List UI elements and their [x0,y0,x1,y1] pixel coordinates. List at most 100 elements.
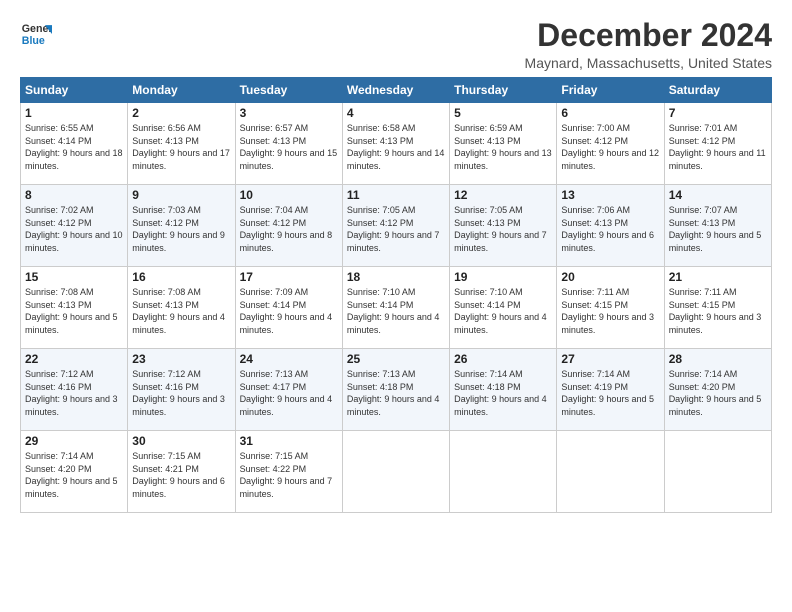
header-row: General Blue December 2024 Maynard, Mass… [20,18,772,71]
day-number: 9 [132,188,230,202]
day-number: 21 [669,270,767,284]
day-info: Sunrise: 6:58 AMSunset: 4:13 PMDaylight:… [347,123,445,171]
table-row: 31 Sunrise: 7:15 AMSunset: 4:22 PMDaylig… [235,431,342,513]
table-row: 24 Sunrise: 7:13 AMSunset: 4:17 PMDaylig… [235,349,342,431]
header-monday: Monday [128,78,235,103]
table-row: 23 Sunrise: 7:12 AMSunset: 4:16 PMDaylig… [128,349,235,431]
calendar-header-row: Sunday Monday Tuesday Wednesday Thursday… [21,78,772,103]
day-number: 2 [132,106,230,120]
day-info: Sunrise: 7:10 AMSunset: 4:14 PMDaylight:… [454,287,547,335]
table-row [664,431,771,513]
day-number: 13 [561,188,659,202]
day-info: Sunrise: 7:01 AMSunset: 4:12 PMDaylight:… [669,123,766,171]
table-row: 8 Sunrise: 7:02 AMSunset: 4:12 PMDayligh… [21,185,128,267]
logo-icon: General Blue [20,18,52,50]
day-number: 19 [454,270,552,284]
day-info: Sunrise: 6:57 AMSunset: 4:13 PMDaylight:… [240,123,338,171]
day-number: 7 [669,106,767,120]
table-row: 18 Sunrise: 7:10 AMSunset: 4:14 PMDaylig… [342,267,449,349]
day-number: 12 [454,188,552,202]
table-row: 3 Sunrise: 6:57 AMSunset: 4:13 PMDayligh… [235,103,342,185]
table-row [450,431,557,513]
day-number: 3 [240,106,338,120]
day-number: 28 [669,352,767,366]
table-row: 6 Sunrise: 7:00 AMSunset: 4:12 PMDayligh… [557,103,664,185]
table-row: 1 Sunrise: 6:55 AMSunset: 4:14 PMDayligh… [21,103,128,185]
day-number: 8 [25,188,123,202]
day-number: 10 [240,188,338,202]
table-row: 4 Sunrise: 6:58 AMSunset: 4:13 PMDayligh… [342,103,449,185]
table-row: 7 Sunrise: 7:01 AMSunset: 4:12 PMDayligh… [664,103,771,185]
day-info: Sunrise: 7:11 AMSunset: 4:15 PMDaylight:… [561,287,654,335]
svg-text:Blue: Blue [22,35,45,47]
header-wednesday: Wednesday [342,78,449,103]
table-row: 29 Sunrise: 7:14 AMSunset: 4:20 PMDaylig… [21,431,128,513]
calendar-table: Sunday Monday Tuesday Wednesday Thursday… [20,77,772,513]
table-row: 21 Sunrise: 7:11 AMSunset: 4:15 PMDaylig… [664,267,771,349]
day-number: 25 [347,352,445,366]
location-subtitle: Maynard, Massachusetts, United States [525,55,772,71]
table-row: 26 Sunrise: 7:14 AMSunset: 4:18 PMDaylig… [450,349,557,431]
day-info: Sunrise: 7:13 AMSunset: 4:18 PMDaylight:… [347,369,440,417]
table-row: 9 Sunrise: 7:03 AMSunset: 4:12 PMDayligh… [128,185,235,267]
day-info: Sunrise: 7:12 AMSunset: 4:16 PMDaylight:… [132,369,225,417]
day-number: 31 [240,434,338,448]
day-info: Sunrise: 6:55 AMSunset: 4:14 PMDaylight:… [25,123,123,171]
day-number: 23 [132,352,230,366]
day-info: Sunrise: 7:14 AMSunset: 4:18 PMDaylight:… [454,369,547,417]
day-number: 15 [25,270,123,284]
day-info: Sunrise: 7:06 AMSunset: 4:13 PMDaylight:… [561,205,654,253]
day-number: 20 [561,270,659,284]
table-row [557,431,664,513]
day-info: Sunrise: 7:04 AMSunset: 4:12 PMDaylight:… [240,205,333,253]
day-info: Sunrise: 7:13 AMSunset: 4:17 PMDaylight:… [240,369,333,417]
table-row: 16 Sunrise: 7:08 AMSunset: 4:13 PMDaylig… [128,267,235,349]
day-info: Sunrise: 7:08 AMSunset: 4:13 PMDaylight:… [25,287,118,335]
table-row: 2 Sunrise: 6:56 AMSunset: 4:13 PMDayligh… [128,103,235,185]
table-row: 22 Sunrise: 7:12 AMSunset: 4:16 PMDaylig… [21,349,128,431]
table-row: 15 Sunrise: 7:08 AMSunset: 4:13 PMDaylig… [21,267,128,349]
day-number: 1 [25,106,123,120]
day-number: 4 [347,106,445,120]
day-number: 18 [347,270,445,284]
table-row: 19 Sunrise: 7:10 AMSunset: 4:14 PMDaylig… [450,267,557,349]
day-info: Sunrise: 6:56 AMSunset: 4:13 PMDaylight:… [132,123,230,171]
table-row [342,431,449,513]
day-info: Sunrise: 7:12 AMSunset: 4:16 PMDaylight:… [25,369,118,417]
day-info: Sunrise: 7:14 AMSunset: 4:20 PMDaylight:… [25,451,118,499]
header-tuesday: Tuesday [235,78,342,103]
day-number: 17 [240,270,338,284]
day-number: 26 [454,352,552,366]
day-number: 16 [132,270,230,284]
day-number: 30 [132,434,230,448]
day-info: Sunrise: 7:05 AMSunset: 4:12 PMDaylight:… [347,205,440,253]
day-info: Sunrise: 6:59 AMSunset: 4:13 PMDaylight:… [454,123,552,171]
table-row: 11 Sunrise: 7:05 AMSunset: 4:12 PMDaylig… [342,185,449,267]
header-saturday: Saturday [664,78,771,103]
table-row: 27 Sunrise: 7:14 AMSunset: 4:19 PMDaylig… [557,349,664,431]
table-row: 25 Sunrise: 7:13 AMSunset: 4:18 PMDaylig… [342,349,449,431]
day-info: Sunrise: 7:10 AMSunset: 4:14 PMDaylight:… [347,287,440,335]
header-thursday: Thursday [450,78,557,103]
table-row: 17 Sunrise: 7:09 AMSunset: 4:14 PMDaylig… [235,267,342,349]
svg-text:General: General [22,23,52,35]
day-info: Sunrise: 7:09 AMSunset: 4:14 PMDaylight:… [240,287,333,335]
day-number: 22 [25,352,123,366]
table-row: 14 Sunrise: 7:07 AMSunset: 4:13 PMDaylig… [664,185,771,267]
day-info: Sunrise: 7:15 AMSunset: 4:21 PMDaylight:… [132,451,225,499]
day-info: Sunrise: 7:05 AMSunset: 4:13 PMDaylight:… [454,205,547,253]
day-number: 27 [561,352,659,366]
month-title: December 2024 [525,18,772,53]
logo: General Blue [20,18,52,50]
table-row: 28 Sunrise: 7:14 AMSunset: 4:20 PMDaylig… [664,349,771,431]
header-sunday: Sunday [21,78,128,103]
day-info: Sunrise: 7:14 AMSunset: 4:20 PMDaylight:… [669,369,762,417]
day-info: Sunrise: 7:08 AMSunset: 4:13 PMDaylight:… [132,287,225,335]
table-row: 10 Sunrise: 7:04 AMSunset: 4:12 PMDaylig… [235,185,342,267]
day-number: 29 [25,434,123,448]
table-row: 30 Sunrise: 7:15 AMSunset: 4:21 PMDaylig… [128,431,235,513]
table-row: 5 Sunrise: 6:59 AMSunset: 4:13 PMDayligh… [450,103,557,185]
header-friday: Friday [557,78,664,103]
table-row: 12 Sunrise: 7:05 AMSunset: 4:13 PMDaylig… [450,185,557,267]
title-block: December 2024 Maynard, Massachusetts, Un… [525,18,772,71]
